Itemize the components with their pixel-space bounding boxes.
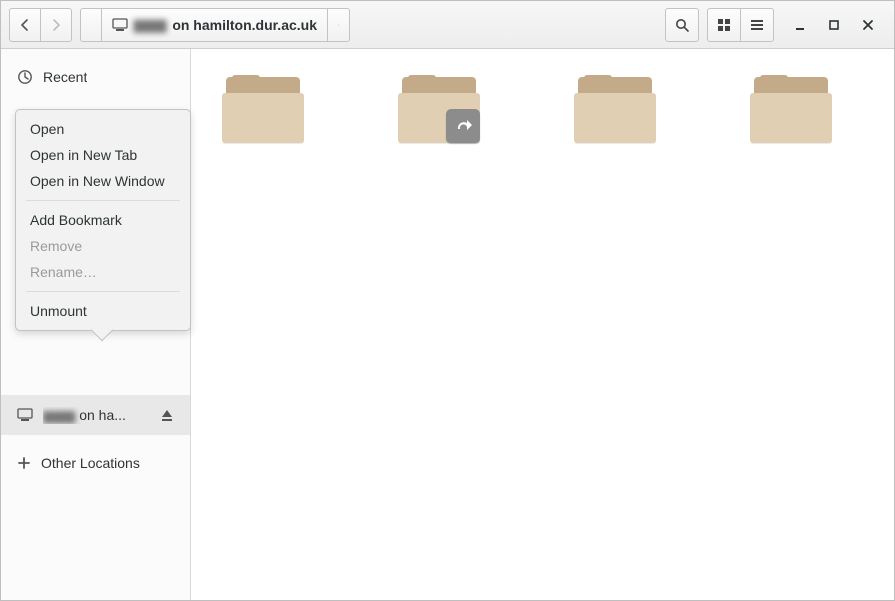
path-dropdown-button[interactable] [328,8,350,42]
menu-item-rename: Rename… [16,259,190,285]
sidebar-item-other-locations[interactable]: Other Locations [1,443,190,483]
minimize-button[interactable] [792,17,808,33]
folder-item[interactable] [215,77,311,143]
sidebar-item-mount[interactable]: ▆▆▆ on ha... [1,395,190,435]
path-user: ▆▆▆ [134,16,166,33]
icon-view-button[interactable] [707,8,741,42]
sidebar-item-label: Recent [43,69,87,85]
menu-item-open[interactable]: Open [16,116,190,142]
menu-item-open-tab[interactable]: Open in New Tab [16,142,190,168]
folder-item[interactable] [567,77,663,143]
eject-icon[interactable] [160,408,174,422]
path-current-location[interactable]: ▆▆▆ on hamilton.dur.ac.uk [102,8,328,42]
menu-item-remove: Remove [16,233,190,259]
menu-item-open-window[interactable]: Open in New Window [16,168,190,194]
network-drive-icon [112,18,128,32]
close-button[interactable] [860,17,876,33]
file-manager-window: ▆▆▆ on hamilton.dur.ac.uk [0,0,895,601]
list-view-button[interactable] [741,8,774,42]
window-controls [782,17,886,33]
content-area[interactable] [191,49,894,600]
folder-item[interactable] [743,77,839,143]
folder-symlink-icon [398,77,480,143]
context-menu: Open Open in New Tab Open in New Window … [15,109,191,331]
path-history-button[interactable] [80,8,102,42]
clock-icon [17,69,33,85]
menu-separator [26,291,180,292]
search-button[interactable] [665,8,699,42]
folder-icon [222,77,304,143]
back-button[interactable] [9,8,41,42]
path-host: on hamilton.dur.ac.uk [172,17,317,33]
folder-item[interactable] [391,77,487,143]
nav-buttons [9,8,72,42]
sidebar-item-recent[interactable]: Recent [1,57,190,97]
menu-item-add-bookmark[interactable]: Add Bookmark [16,207,190,233]
folder-icon [750,77,832,143]
sidebar-item-label: ▆▆▆ on ha... [43,407,126,424]
folder-grid [215,77,870,143]
plus-icon [17,456,31,470]
symlink-arrow-icon [446,109,480,143]
menu-separator [26,200,180,201]
sidebar-item-label: Other Locations [41,455,140,471]
titlebar: ▆▆▆ on hamilton.dur.ac.uk [1,1,894,49]
forward-button[interactable] [41,8,72,42]
path-bar: ▆▆▆ on hamilton.dur.ac.uk [80,8,350,42]
body: Recent Home ▆▆▆ on ha... [1,49,894,600]
maximize-button[interactable] [826,17,842,33]
view-buttons [707,8,774,42]
network-drive-icon [17,408,33,422]
folder-icon [574,77,656,143]
